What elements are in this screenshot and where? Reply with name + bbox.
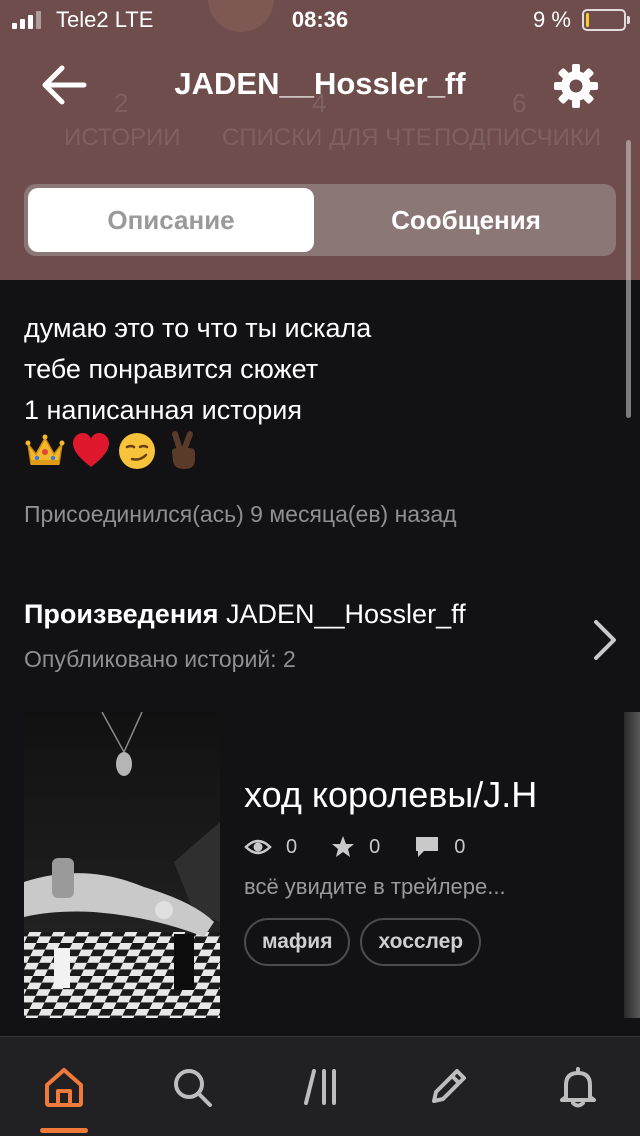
page-title: JADEN__Hossler_ff (174, 66, 466, 101)
votes-count: 0 (369, 835, 381, 858)
battery-level-fill (586, 13, 589, 27)
ghost-lists-label: СПИСКИ ДЛЯ ЧТЕ (222, 124, 432, 151)
comment-icon (416, 837, 439, 857)
star-icon (332, 836, 355, 857)
settings-button[interactable] (552, 62, 600, 110)
active-tab-indicator (40, 1128, 88, 1133)
profile-header: 2 4 6 ИСТОРИИ СПИСКИ ДЛЯ ЧТЕ ПОДПИСЧИКИ … (0, 0, 640, 280)
tab-write[interactable] (422, 1061, 474, 1113)
notifications-icon (560, 1067, 596, 1108)
comments-count: 0 (454, 835, 466, 858)
votes-stat: 0 (331, 835, 380, 859)
status-bar: Tele2 LTE 08:36 9 % (0, 0, 640, 40)
description-line: тебе понравится сюжет (24, 354, 319, 384)
views-count: 0 (286, 835, 298, 858)
tag-chip[interactable]: мафия (244, 918, 351, 966)
smirking-face-icon (119, 433, 155, 469)
story-description: всё увидите в трейлере... (244, 874, 506, 899)
works-title-label: Произведения (24, 599, 219, 629)
works-section-link[interactable]: Произведения JADEN__Hossler_ff Опубликов… (0, 590, 640, 686)
works-title: Произведения JADEN__Hossler_ff (24, 599, 466, 630)
chevron-right-icon (594, 620, 616, 660)
victory-hand-icon (172, 431, 195, 469)
tab-home[interactable] (38, 1061, 90, 1113)
story-tags: мафия хосслер (244, 918, 482, 966)
comments-stat: 0 (414, 835, 465, 859)
next-story-cover-edge[interactable] (624, 712, 640, 1018)
description-line: 1 написанная история (24, 395, 303, 425)
arrow-left-icon (42, 65, 87, 105)
scrollbar[interactable] (626, 140, 631, 418)
battery-icon (582, 9, 630, 31)
story-card[interactable]: ход королевы/J.H 0 0 0 всё увидите в тре… (24, 712, 624, 1018)
back-button[interactable] (38, 62, 90, 108)
tab-library[interactable] (296, 1061, 348, 1113)
story-cover-image[interactable] (24, 712, 220, 1018)
eye-icon (244, 839, 272, 855)
emoji-row (24, 430, 204, 474)
tab-notifications[interactable] (552, 1061, 604, 1113)
crown-icon (25, 434, 65, 465)
profile-segmented-control: Описание Сообщения (24, 184, 616, 256)
story-stats: 0 0 0 (244, 832, 499, 862)
library-icon (304, 1069, 336, 1105)
bottom-tab-bar (0, 1036, 640, 1136)
write-icon (432, 1069, 466, 1103)
description-line: думаю это то что ты искала (24, 313, 372, 343)
gear-icon (554, 64, 598, 108)
tab-description[interactable]: Описание (28, 188, 314, 252)
ghost-stories-label: ИСТОРИИ (64, 124, 181, 151)
home-icon (45, 1068, 83, 1107)
joined-date: Присоединился(ась) 9 месяца(ев) назад (24, 501, 457, 527)
tab-messages[interactable]: Сообщения (320, 188, 612, 252)
ghost-followers-label: ПОДПИСЧИКИ (434, 124, 602, 151)
views-stat: 0 (244, 836, 297, 859)
profile-description: думаю это то что ты искала тебе понравит… (24, 308, 614, 431)
published-count: Опубликовано историй: 2 (24, 646, 296, 672)
battery-percent: 9 % (533, 7, 571, 32)
story-title[interactable]: ход королевы/J.H (244, 774, 537, 816)
red-heart-icon (73, 433, 109, 467)
search-icon (174, 1069, 212, 1107)
tab-search[interactable] (166, 1061, 218, 1113)
works-title-username: JADEN__Hossler_ff (226, 599, 466, 629)
tag-chip[interactable]: хосслер (360, 918, 482, 966)
